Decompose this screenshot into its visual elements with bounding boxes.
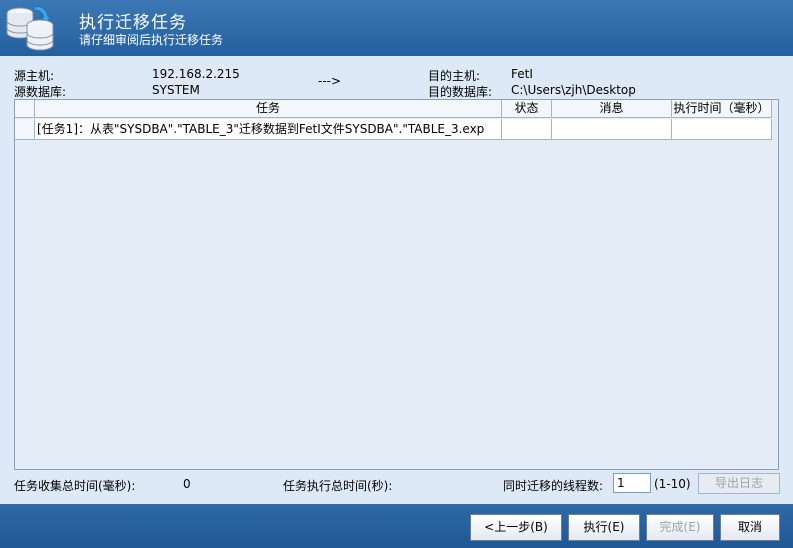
time-cell[interactable] — [672, 119, 772, 139]
target-host-label: 目的主机: — [428, 69, 481, 83]
collect-time-label: 任务收集总时间(毫秒): — [14, 479, 136, 493]
table-row[interactable]: [任务1]：从表"SYSDBA"."TABLE_3"迁移数据到FetI文件SYS… — [15, 119, 772, 140]
collect-time-value: 0 — [183, 477, 191, 491]
target-db-value: C:\Users\zjh\Desktop — [511, 83, 636, 97]
table-header: 任务 状态 消息 执行时间（毫秒） — [15, 100, 772, 118]
task-cell[interactable]: [任务1]：从表"SYSDBA"."TABLE_3"迁移数据到FetI文件SYS… — [35, 119, 502, 139]
target-db-label: 目的数据库: — [428, 85, 493, 99]
target-host-value: FetI — [511, 67, 533, 81]
finish-button[interactable]: 完成(E) — [646, 514, 714, 541]
column-header-status[interactable]: 状态 — [502, 100, 552, 118]
cancel-button[interactable]: 取消 — [720, 514, 780, 541]
prev-button[interactable]: <上一步(B) — [470, 514, 562, 541]
page-title: 执行迁移任务 — [79, 13, 187, 33]
wizard-header: 执行迁移任务 请仔细审阅后执行迁移任务 — [0, 0, 793, 56]
source-host-label: 源主机: — [14, 69, 55, 83]
row-indicator-header — [15, 100, 35, 118]
column-header-task[interactable]: 任务 — [35, 100, 502, 118]
execute-button[interactable]: 执行(E) — [568, 514, 640, 541]
column-header-message[interactable]: 消息 — [552, 100, 672, 118]
page-subtitle: 请仔细审阅后执行迁移任务 — [79, 33, 224, 47]
thread-count-label: 同时迁移的线程数: — [503, 479, 604, 493]
source-db-value: SYSTEM — [152, 83, 200, 97]
exec-time-label: 任务执行总时间(秒): — [283, 479, 393, 493]
thread-count-input[interactable] — [613, 473, 651, 493]
message-cell[interactable] — [552, 119, 672, 139]
wizard-body: 源主机: 192.168.2.215 源数据库: SYSTEM ---> 目的主… — [0, 56, 793, 504]
database-migrate-icon — [6, 6, 54, 51]
source-host-value: 192.168.2.215 — [152, 67, 240, 81]
status-cell[interactable] — [502, 119, 552, 139]
wizard-footer: <上一步(B) 执行(E) 完成(E) 取消 — [0, 504, 793, 548]
thread-range-hint: (1-10) — [654, 477, 691, 491]
column-header-time[interactable]: 执行时间（毫秒） — [672, 100, 772, 118]
source-db-label: 源数据库: — [14, 85, 67, 99]
direction-arrow: ---> — [318, 74, 342, 88]
row-indicator[interactable] — [15, 119, 35, 139]
export-log-button[interactable]: 导出日志 — [698, 473, 780, 494]
task-table[interactable]: 任务 状态 消息 执行时间（毫秒） [任务1]：从表"SYSDBA"."TABL… — [14, 99, 779, 470]
